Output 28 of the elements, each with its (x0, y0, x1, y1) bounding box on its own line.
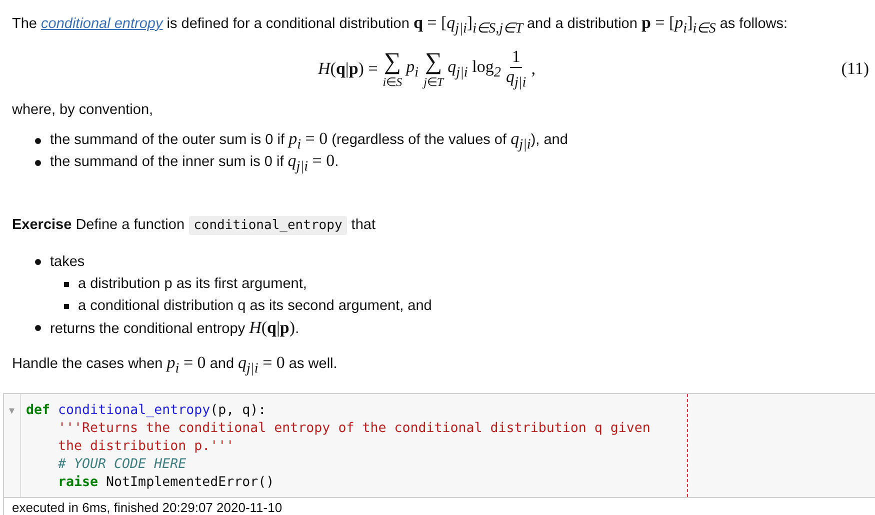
bullet-icon (35, 160, 41, 166)
list-item: a conditional distribution q as its second argument, and (78, 298, 432, 314)
code-line: # YOUR CODE HERE (57, 456, 186, 474)
list-item: the summand of the outer sum is 0 if p$_{i}$ = 0 (regardless of the values of q$_{j|i}$), and (50, 129, 568, 154)
equation: H(q|p) = ∑ i∈S p$_{i}$ ∑ j∈T q$_{j|i}$ log$_{2}$ 1 q$_{j|i}$ , (318, 48, 536, 91)
list-item: the summand of the inner sum is 0 if q$_{j|i}$ = 0. (50, 151, 339, 176)
list-item: returns the conditional entropy H(q|p). (50, 318, 300, 338)
intro-paragraph: The conditional entropy is defined for a conditional distribution q = [q$_{j|i}$]$_{i∈S,j∈T}$ and a distribution p = [p$_{i}$]$_{i∈S}$ as follows: (12, 13, 789, 38)
paragraph: Handle the cases when p$_{i}$ = 0 and q$_{j|i}$ = 0 as well. (12, 353, 338, 379)
code-cell[interactable] (3, 392, 875, 515)
bullet-icon (64, 282, 69, 287)
list-item: takes (50, 254, 85, 270)
exercise-paragraph: Exercise Define a function conditional_entropy that (12, 215, 376, 238)
inline-code: conditional_entropy (188, 216, 348, 236)
code-line: def conditional_entropy(p, q): (26, 402, 266, 420)
collapse-toggle[interactable]: ▾ (4, 394, 20, 497)
list-item: a distribution p as its first argument, (78, 276, 307, 292)
equation-number: (11) (841, 59, 869, 80)
paragraph: where, by convention, (12, 101, 154, 120)
code-line: '''Returns the conditional entropy of the conditional distribution q given (57, 420, 650, 438)
execution-info: executed in 6ms, finished 20:29:07 2020-11-10 (4, 496, 875, 515)
bullet-icon (35, 259, 41, 266)
code-line: raise NotImplementedError() (57, 474, 274, 492)
code-line: the distribution p.''' (57, 438, 234, 456)
link[interactable]: conditional entropy (41, 16, 163, 32)
bullet-icon (35, 325, 41, 332)
bullet-icon (64, 304, 69, 309)
bullet-icon (35, 138, 41, 144)
